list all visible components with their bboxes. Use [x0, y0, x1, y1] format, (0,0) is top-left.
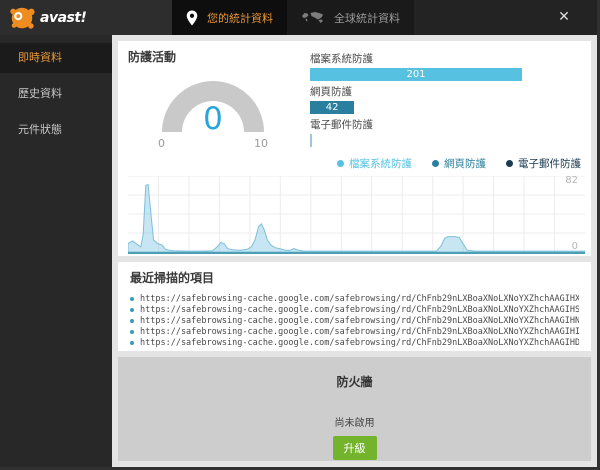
firewall-title: 防火牆: [336, 375, 373, 389]
sidebar-item-history-data[interactable]: 歷史資料: [0, 79, 112, 109]
close-icon[interactable]: ✕: [555, 8, 573, 26]
tab-your-statistics[interactable]: 您的統計資料: [172, 0, 287, 35]
web-shield-bar: 42: [310, 101, 355, 114]
bullet-icon: [130, 318, 134, 323]
bullet-icon: [130, 340, 134, 345]
list-item: https://safebrowsing-cache.google.com/sa…: [130, 304, 579, 315]
sidebar: 即時資料 歷史資料 元件狀態: [0, 35, 112, 467]
activity-gauge: 0 0 10: [158, 81, 268, 150]
titlebar: avast! 您的統計資料 全球統計資料 ✕: [0, 0, 597, 35]
location-pin-icon: [186, 10, 198, 25]
sidebar-item-component-status[interactable]: 元件狀態: [0, 115, 112, 145]
bullet-icon: [130, 307, 134, 312]
main-content: 防護活動 0 0 10 檔案系統防護 201 網頁防護 42 電子郵件防護 檔案…: [112, 35, 597, 467]
legend-label: 檔案系統防護: [349, 158, 412, 170]
bar-label: 檔案系統防護: [310, 53, 373, 65]
bar-label: 電子郵件防護: [310, 119, 373, 131]
scanned-url: https://safebrowsing-cache.google.com/sa…: [140, 337, 579, 348]
scanned-url: https://safebrowsing-cache.google.com/sa…: [140, 326, 579, 337]
protection-activity-card: 防護活動 0 0 10 檔案系統防護 201 網頁防護 42 電子郵件防護 檔案…: [118, 41, 591, 256]
sidebar-item-realtime-data[interactable]: 即時資料: [0, 43, 112, 73]
chart-legend: 檔案系統防護 網頁防護 電子郵件防護: [128, 156, 581, 171]
tab-global-statistics[interactable]: 全球統計資料: [287, 0, 414, 35]
list-item: https://safebrowsing-cache.google.com/sa…: [130, 293, 579, 304]
bar-label: 網頁防護: [310, 86, 352, 98]
avast-logo-icon: [10, 7, 35, 29]
bar-row-email-shield: 電子郵件防護: [310, 117, 581, 147]
list-item: https://safebrowsing-cache.google.com/sa…: [130, 326, 579, 337]
legend-dot-icon: [506, 160, 513, 167]
sidebar-item-label: 元件狀態: [18, 123, 62, 136]
legend-label: 網頁防護: [444, 158, 486, 170]
email-shield-bar: [310, 134, 312, 147]
bar-row-file-system-shield: 檔案系統防護 201: [310, 51, 581, 81]
sidebar-item-label: 歷史資料: [18, 87, 62, 100]
list-item: https://safebrowsing-cache.google.com/sa…: [130, 337, 579, 348]
scanned-url-list: https://safebrowsing-cache.google.com/sa…: [130, 293, 579, 348]
avast-logo: avast!: [0, 0, 172, 35]
avast-statistics-window: avast! 您的統計資料 全球統計資料 ✕ 即時資料 歷史資料 元件狀態 防護…: [0, 0, 600, 470]
recently-scanned-title: 最近掃描的項目: [130, 271, 215, 285]
tab-label: 全球統計資料: [334, 11, 400, 25]
protection-activity-title: 防護活動: [128, 50, 177, 64]
gauge-min-label: 0: [158, 137, 165, 150]
upgrade-button[interactable]: 升級: [332, 436, 377, 460]
bar-row-web-shield: 網頁防護 42: [310, 84, 581, 114]
legend-dot-icon: [337, 160, 344, 167]
legend-item-email-shield: 電子郵件防護: [506, 156, 581, 171]
legend-item-web-shield: 網頁防護: [432, 156, 486, 171]
file-system-shield-bar: 201: [310, 68, 522, 81]
window-body: 即時資料 歷史資料 元件狀態 防護活動 0 0 10 檔案系統防護 201 網頁…: [0, 35, 597, 467]
sidebar-item-label: 即時資料: [18, 51, 62, 64]
firewall-panel: 防火牆 尚未啟用 升級: [118, 357, 591, 461]
y-axis-max-label: 82: [565, 175, 578, 186]
scanned-url: https://safebrowsing-cache.google.com/sa…: [140, 315, 579, 326]
firewall-status: 尚未啟用: [334, 418, 375, 429]
legend-label: 電子郵件防護: [518, 158, 581, 170]
shield-bar-chart: 檔案系統防護 201 網頁防護 42 電子郵件防護: [298, 48, 581, 150]
scanned-url: https://safebrowsing-cache.google.com/sa…: [140, 304, 579, 315]
recently-scanned-card: 最近掃描的項目 https://safebrowsing-cache.googl…: [118, 262, 591, 351]
y-axis-min-label: 0: [571, 241, 578, 252]
legend-dot-icon: [432, 160, 439, 167]
legend-item-file-system-shield: 檔案系統防護: [337, 156, 412, 171]
bullet-icon: [130, 296, 134, 301]
logo-wordmark: avast!: [40, 9, 87, 26]
gauge-value: 0: [203, 101, 223, 137]
activity-area-chart: 82 0: [128, 175, 585, 254]
list-item: https://safebrowsing-cache.google.com/sa…: [130, 315, 579, 326]
scanned-url: https://safebrowsing-cache.google.com/sa…: [140, 293, 579, 304]
world-map-icon: [302, 12, 323, 23]
top-tabs: 您的統計資料 全球統計資料: [172, 0, 414, 35]
bullet-icon: [130, 329, 134, 334]
gauge-max-label: 10: [254, 137, 268, 150]
tab-label: 您的統計資料: [207, 11, 273, 25]
